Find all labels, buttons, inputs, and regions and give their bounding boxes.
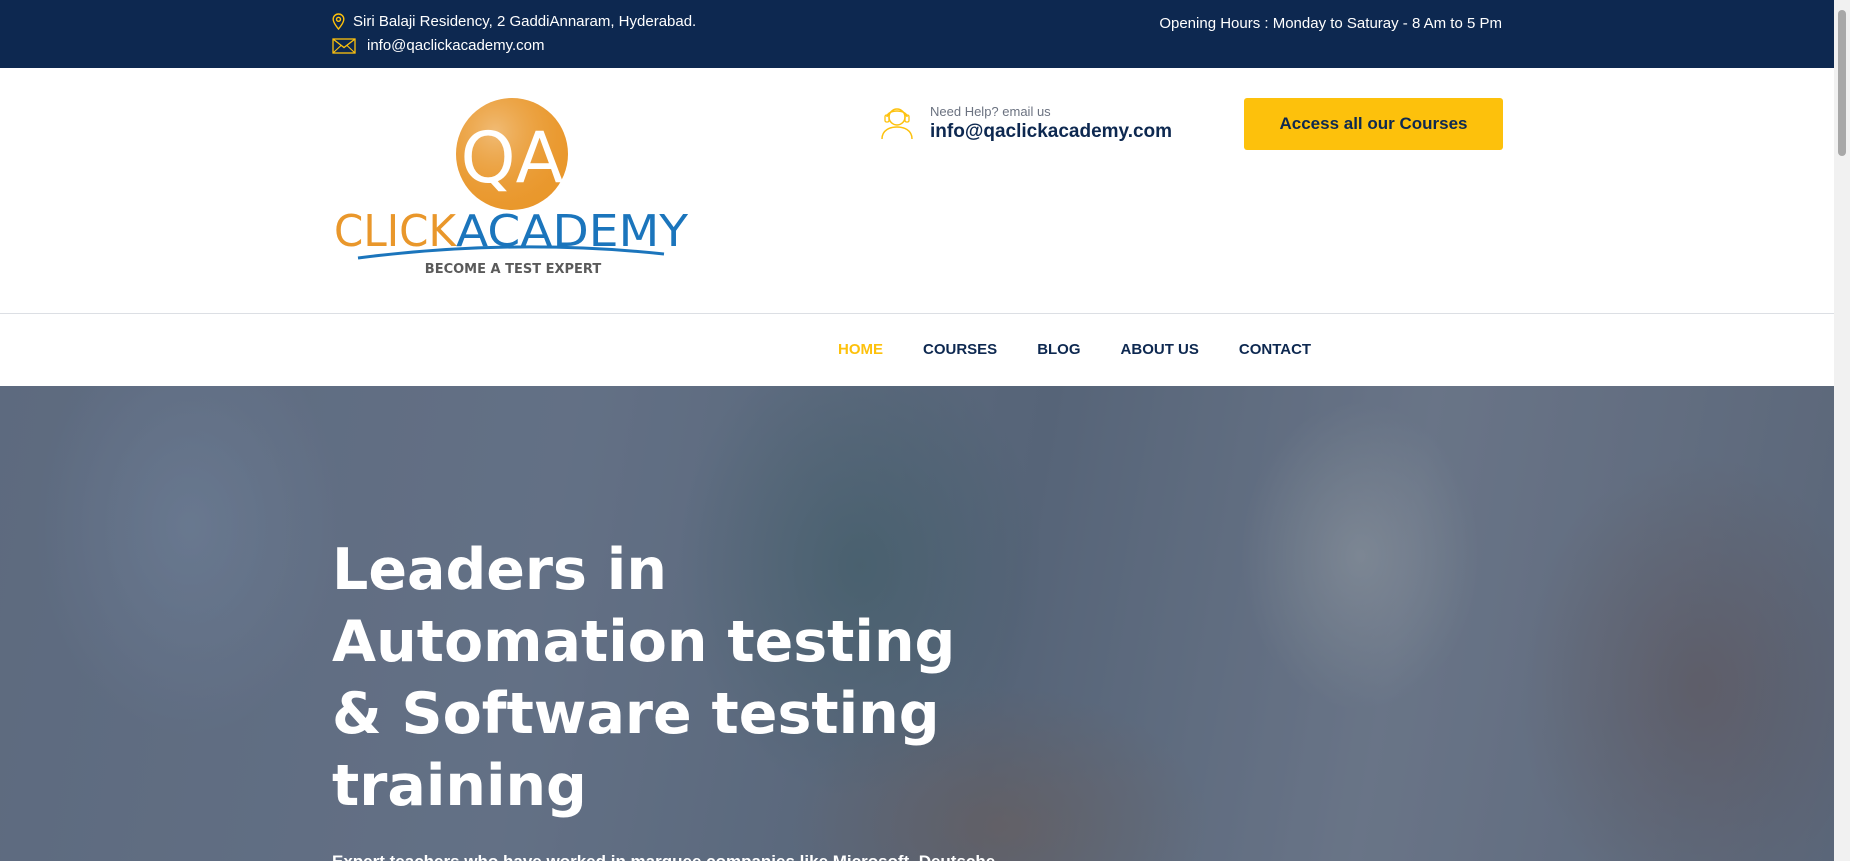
help-email-link[interactable]: info@qaclickacademy.com: [930, 121, 1172, 143]
help-caption: Need Help? email us: [930, 104, 1051, 119]
hero-title: Leaders in Automation testing & Software…: [332, 534, 972, 822]
support-agent-icon: [878, 102, 916, 145]
nav-item-blog[interactable]: BLOG: [1037, 341, 1080, 358]
access-courses-button[interactable]: Access all our Courses: [1244, 98, 1503, 150]
svg-text:BECOME A TEST EXPERT: BECOME A TEST EXPERT: [425, 262, 602, 277]
scrollbar-thumb[interactable]: [1838, 10, 1846, 156]
envelope-icon: [332, 37, 356, 54]
site-logo[interactable]: QA CLICK ACADEMY BECOME A TEST EXPERT: [334, 98, 690, 278]
opening-hours: Opening Hours : Monday to Saturay - 8 Am…: [1159, 15, 1502, 32]
address-text: Siri Balaji Residency, 2 GaddiAnnaram, H…: [353, 13, 697, 30]
top-info-bar: Siri Balaji Residency, 2 GaddiAnnaram, H…: [0, 0, 1834, 68]
top-email-link[interactable]: info@qaclickacademy.com: [367, 37, 545, 54]
hero-title-line: Automation testing: [332, 609, 956, 675]
map-pin-icon: [332, 13, 345, 30]
page-scrollbar[interactable]: [1834, 0, 1850, 861]
help-contact: Need Help? email us info@qaclickacademy.…: [878, 102, 1172, 145]
site-header: QA CLICK ACADEMY BECOME A TEST EXPERT Ne…: [0, 68, 1834, 314]
email-row[interactable]: info@qaclickacademy.com: [332, 37, 545, 54]
hero-subtitle: Expert teachers who have worked in marqu…: [332, 852, 1052, 861]
svg-text:QA: QA: [461, 117, 564, 199]
hero-title-line: Leaders in: [332, 537, 667, 603]
main-nav: HOME COURSES BLOG ABOUT US CONTACT: [0, 315, 1834, 386]
hero-banner: Leaders in Automation testing & Software…: [0, 386, 1834, 861]
svg-text:ACADEMY: ACADEMY: [456, 206, 688, 257]
hero-title-line: & Software testing: [332, 681, 940, 747]
nav-item-about-us[interactable]: ABOUT US: [1121, 341, 1199, 358]
nav-item-contact[interactable]: CONTACT: [1239, 341, 1311, 358]
nav-item-home[interactable]: HOME: [838, 341, 883, 358]
address-row: Siri Balaji Residency, 2 GaddiAnnaram, H…: [332, 13, 696, 30]
nav-item-courses[interactable]: COURSES: [923, 341, 997, 358]
hero-title-line: training: [332, 753, 587, 819]
